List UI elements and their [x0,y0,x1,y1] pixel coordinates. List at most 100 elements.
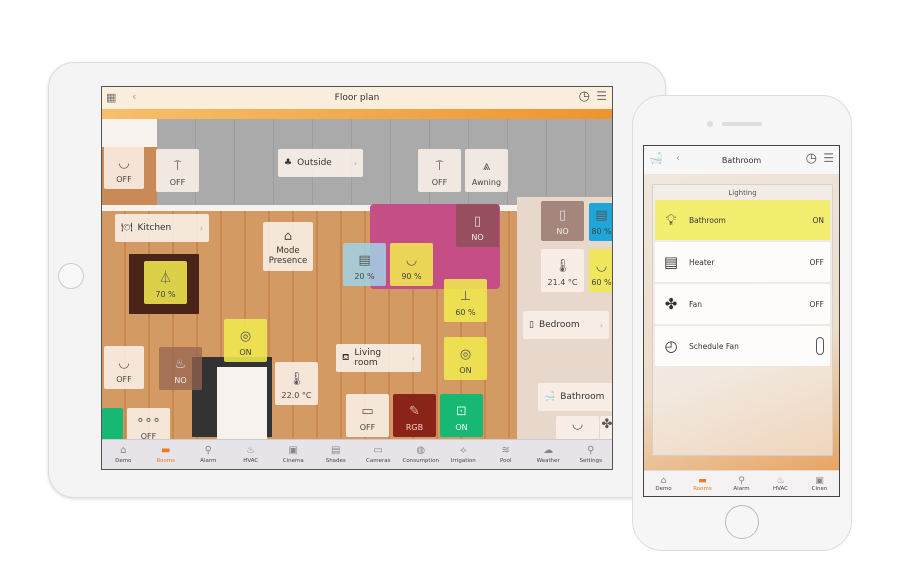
heater-icon: ▤ [663,253,679,271]
room-outside[interactable]: ♣ Outside › [278,149,363,177]
nav-cinema[interactable]: ▣ Cinen [800,471,839,496]
color-picker-icon: ✎ [409,404,420,419]
switch-icon: ⍑ [435,159,444,174]
floor-lamp-icon: ⊥ [459,289,472,304]
chevron-right-icon: › [199,223,203,233]
tile-air-conditioner[interactable]: ▭ OFF [346,394,389,437]
nav-hvac[interactable]: ♨ HVAC [761,471,800,496]
shades-icon: ▤ [331,445,341,456]
nav-rooms[interactable]: ▬ Rooms [683,471,722,496]
row-bathroom-light[interactable]: 💡︎ Bathroom ON [655,200,830,240]
tile-fire[interactable]: ♨ NO [159,347,202,390]
tablet-home-button[interactable] [58,263,84,289]
wardrobe-icon: ▯ [529,320,534,330]
nav-demo[interactable]: ⌂ Demo [102,440,145,469]
header: ▦ ‹ Floor plan ◷ ☰ [102,87,612,109]
nav-rooms[interactable]: ▬ Rooms [145,440,188,469]
tile-door-sensor[interactable]: ▯ NO [456,204,499,247]
nav-irrigation[interactable]: ⟡ Irrigation [442,440,485,469]
tile-ceiling-light[interactable]: ◡ OFF [104,146,144,189]
rooms-icon: ▬ [161,445,171,456]
tile-door-sensor[interactable]: ▯ NO [541,201,584,241]
history-icon[interactable]: ◷ [579,89,590,104]
patio [157,119,612,209]
tile-outlet-partial[interactable] [102,408,123,441]
house-person-icon: ⌂ [283,229,293,245]
bathtub-icon: 🛁 [649,152,663,165]
room-bathroom[interactable]: 🛁 Bathroom [538,383,612,411]
ceiling-light-icon: ◡ [595,259,608,274]
fire-icon: ♨ [776,475,785,486]
tile-shutter[interactable]: ▤ 20 % [343,243,386,286]
nav-pool[interactable]: ≋ Pool [485,440,528,469]
nav-demo[interactable]: ⌂ Demo [644,471,683,496]
history-icon[interactable]: ◷ [806,151,817,166]
accent-strip [102,109,612,119]
back-button[interactable]: ‹ [132,90,136,103]
nav-cameras[interactable]: ▭ Cameras [357,440,400,469]
tile-ceiling-light[interactable]: ◡ 90 % [390,243,433,286]
fan-icon: ✤ [664,295,678,313]
back-button[interactable]: ‹ [676,153,680,164]
nav-hvac[interactable]: ♨ HVAC [230,440,273,469]
tile-outlet[interactable]: ⊡ ON [440,394,483,437]
ceiling-light-icon: ◡ [405,253,418,268]
nav-cinema[interactable]: ▣ Cinema [272,440,315,469]
tile-ceiling-light[interactable]: ◡ 60 % [589,249,612,292]
nav-alarm[interactable]: ⚲ Alarm [187,440,230,469]
tile-rgb[interactable]: ✎ RGB [393,394,436,437]
floorplan-icon[interactable]: ▦ [106,91,116,104]
tile-switch[interactable]: ⍑ OFF [156,149,199,192]
fire-icon: ♨ [174,357,187,372]
phone-speaker [722,122,762,126]
nav-settings[interactable]: ⚲ Settings [570,440,613,469]
air-conditioner-icon: ▭ [361,404,374,419]
row-schedule-fan[interactable]: ◴ Schedule Fan [655,326,830,366]
play-icon: ▣ [288,445,298,456]
nav-alarm[interactable]: ⚲ Alarm [722,471,761,496]
nav-shades[interactable]: ▤ Shades [315,440,358,469]
tile-ceiling-light[interactable]: ◡ OFF [104,346,144,389]
nav-consumption[interactable]: ◍ Consumption [400,440,443,469]
menu-icon[interactable]: ☰ [596,89,607,103]
chevron-right-icon: › [353,158,357,168]
tile-shutter[interactable]: ▤ 80 % [589,203,612,241]
tile-light-strip[interactable]: ∘∘∘ OFF [127,408,170,441]
tile-speaker[interactable]: ◎ ON [224,319,267,362]
fan-icon: ✤ [601,417,613,432]
chevron-right-icon: › [411,353,415,363]
tile-ceiling-light-partial[interactable]: ◡ [556,416,599,441]
menu-icon[interactable]: ☰ [823,151,834,165]
phone-header: 🛁 ‹ Bathroom ◷ ☰ [644,146,839,174]
tile-floor-lamp[interactable]: ⊥ 60 % [444,279,487,322]
tablet-bottom-nav: ⌂ Demo ▬ Rooms ⚲ Alarm ♨ HVAC ▣ Cinema ▤ Shade… [102,439,612,469]
tile-thermometer[interactable]: 🌡 21.4 °C [541,249,584,292]
room-bedroom[interactable]: ▯ Bedroom › [523,311,609,339]
tile-pendant-light[interactable]: ⏃ 70 % [144,261,187,304]
tablet-screen: ▦ ‹ Floor plan ◷ ☰ ◡ OFF ⍑ OFF ⍑ OFF ⩓ Awnin… [101,86,613,470]
tile-switch[interactable]: ⍑ OFF [418,149,461,192]
nav-weather[interactable]: ☁ Weather [527,440,570,469]
wrench-icon: ⚲ [587,445,595,456]
page-title: Floor plan [334,93,380,103]
speaker-icon: ◎ [239,329,252,344]
shutter-icon: ▤ [358,253,371,268]
pendant-light-icon: ⏃ [158,271,172,286]
row-heater[interactable]: ▤ Heater OFF [655,242,830,282]
meter-icon: ◍ [416,445,426,456]
row-fan[interactable]: ✤ Fan OFF [655,284,830,324]
schedule-toggle[interactable] [816,337,824,355]
ceiling-light-icon: ◡ [571,417,584,432]
wall [102,119,157,147]
mode-presence-button[interactable]: ⌂ Mode Presence [263,222,313,271]
room-living-room[interactable]: ⛾ Living room › [336,344,421,372]
tile-thermometer[interactable]: 🌡 22.0 °C [275,362,318,405]
phone-bottom-nav: ⌂ Demo ▬ Rooms ⚲ Alarm ♨ HVAC ▣ Cinen [644,470,839,496]
tile-speaker[interactable]: ◎ ON [444,337,487,380]
tile-awning[interactable]: ⩓ Awning [465,149,508,192]
tile-fan-partial[interactable]: ✤ [600,416,613,441]
camera-icon: ▭ [373,445,383,456]
phone-home-button[interactable] [725,505,759,539]
stairs [217,367,267,441]
room-kitchen[interactable]: 🍽 Kitchen › [115,214,209,242]
